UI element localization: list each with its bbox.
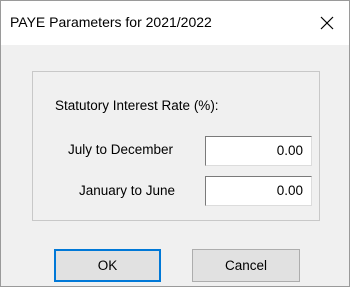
july-to-december-label: July to December	[68, 142, 174, 157]
group-label: Statutory Interest Rate (%):	[55, 98, 219, 113]
close-button[interactable]	[305, 1, 349, 45]
interest-rate-group: Statutory Interest Rate (%): July to Dec…	[32, 71, 320, 221]
ok-button[interactable]: OK	[54, 249, 161, 282]
window-title: PAYE Parameters for 2021/2022	[10, 14, 212, 30]
cancel-button[interactable]: Cancel	[192, 249, 300, 282]
january-to-june-label: January to June	[79, 183, 176, 198]
january-to-june-field[interactable]: 0.00	[205, 176, 312, 206]
title-bar: PAYE Parameters for 2021/2022	[1, 1, 349, 45]
close-icon	[320, 16, 334, 30]
paye-parameters-dialog: PAYE Parameters for 2021/2022 Statutory …	[0, 0, 350, 287]
july-to-december-field[interactable]: 0.00	[205, 136, 312, 166]
